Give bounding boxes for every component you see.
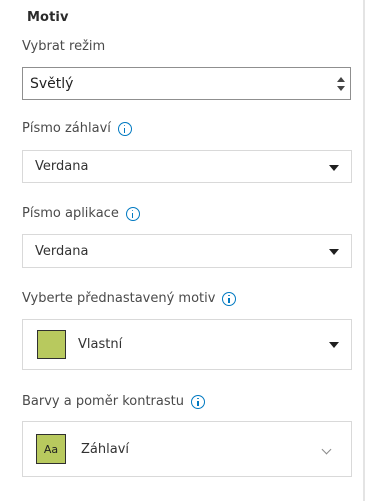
mode-select-value: Světlý (30, 75, 74, 92)
caret-down-icon (329, 249, 339, 255)
header-font-label-text: Písmo záhlaví (22, 121, 111, 136)
app-font-value: Verdana (35, 243, 89, 259)
app-font-label-text: Písmo aplikace (22, 206, 119, 221)
header-font-value: Verdana (35, 159, 89, 174)
section-title: Motiv (27, 10, 69, 25)
caret-down-icon (329, 342, 339, 348)
header-font-info-icon[interactable] (117, 121, 132, 136)
header-color-swatch: Aa (36, 434, 66, 464)
app-font-label: Písmo aplikace (22, 206, 140, 221)
preset-theme-value: Vlastní (78, 337, 123, 352)
theme-color-swatch (37, 330, 66, 359)
caret-down-icon (329, 165, 339, 171)
theme-panel: Motiv Vybrat režim Světlý Písmo záhlaví … (0, 0, 365, 501)
header-font-dropdown[interactable]: Verdana (22, 150, 352, 183)
header-font-label: Písmo záhlaví (22, 121, 132, 136)
preset-theme-info-icon[interactable] (222, 291, 237, 306)
mode-select[interactable]: Světlý (22, 67, 351, 100)
header-color-item[interactable]: Aa Záhlaví (22, 421, 352, 477)
colors-contrast-label-text: Barvy a poměr kontrastu (22, 394, 184, 409)
app-font-dropdown[interactable]: Verdana (22, 234, 352, 268)
preset-theme-label: Vyberte přednastavený motiv (22, 291, 237, 306)
select-updown-icon (337, 77, 345, 91)
colors-contrast-info-icon[interactable] (190, 394, 205, 409)
preset-theme-label-text: Vyberte přednastavený motiv (22, 291, 216, 306)
app-font-info-icon[interactable] (125, 206, 140, 221)
mode-label-text: Vybrat režim (22, 39, 106, 54)
mode-label: Vybrat režim (22, 39, 105, 54)
swatch-sample-text: Aa (43, 442, 59, 456)
header-color-label: Záhlaví (81, 441, 129, 457)
preset-theme-dropdown[interactable]: Vlastní (22, 319, 352, 370)
chevron-down-icon[interactable] (321, 444, 332, 455)
colors-contrast-label: Barvy a poměr kontrastu (22, 394, 205, 409)
